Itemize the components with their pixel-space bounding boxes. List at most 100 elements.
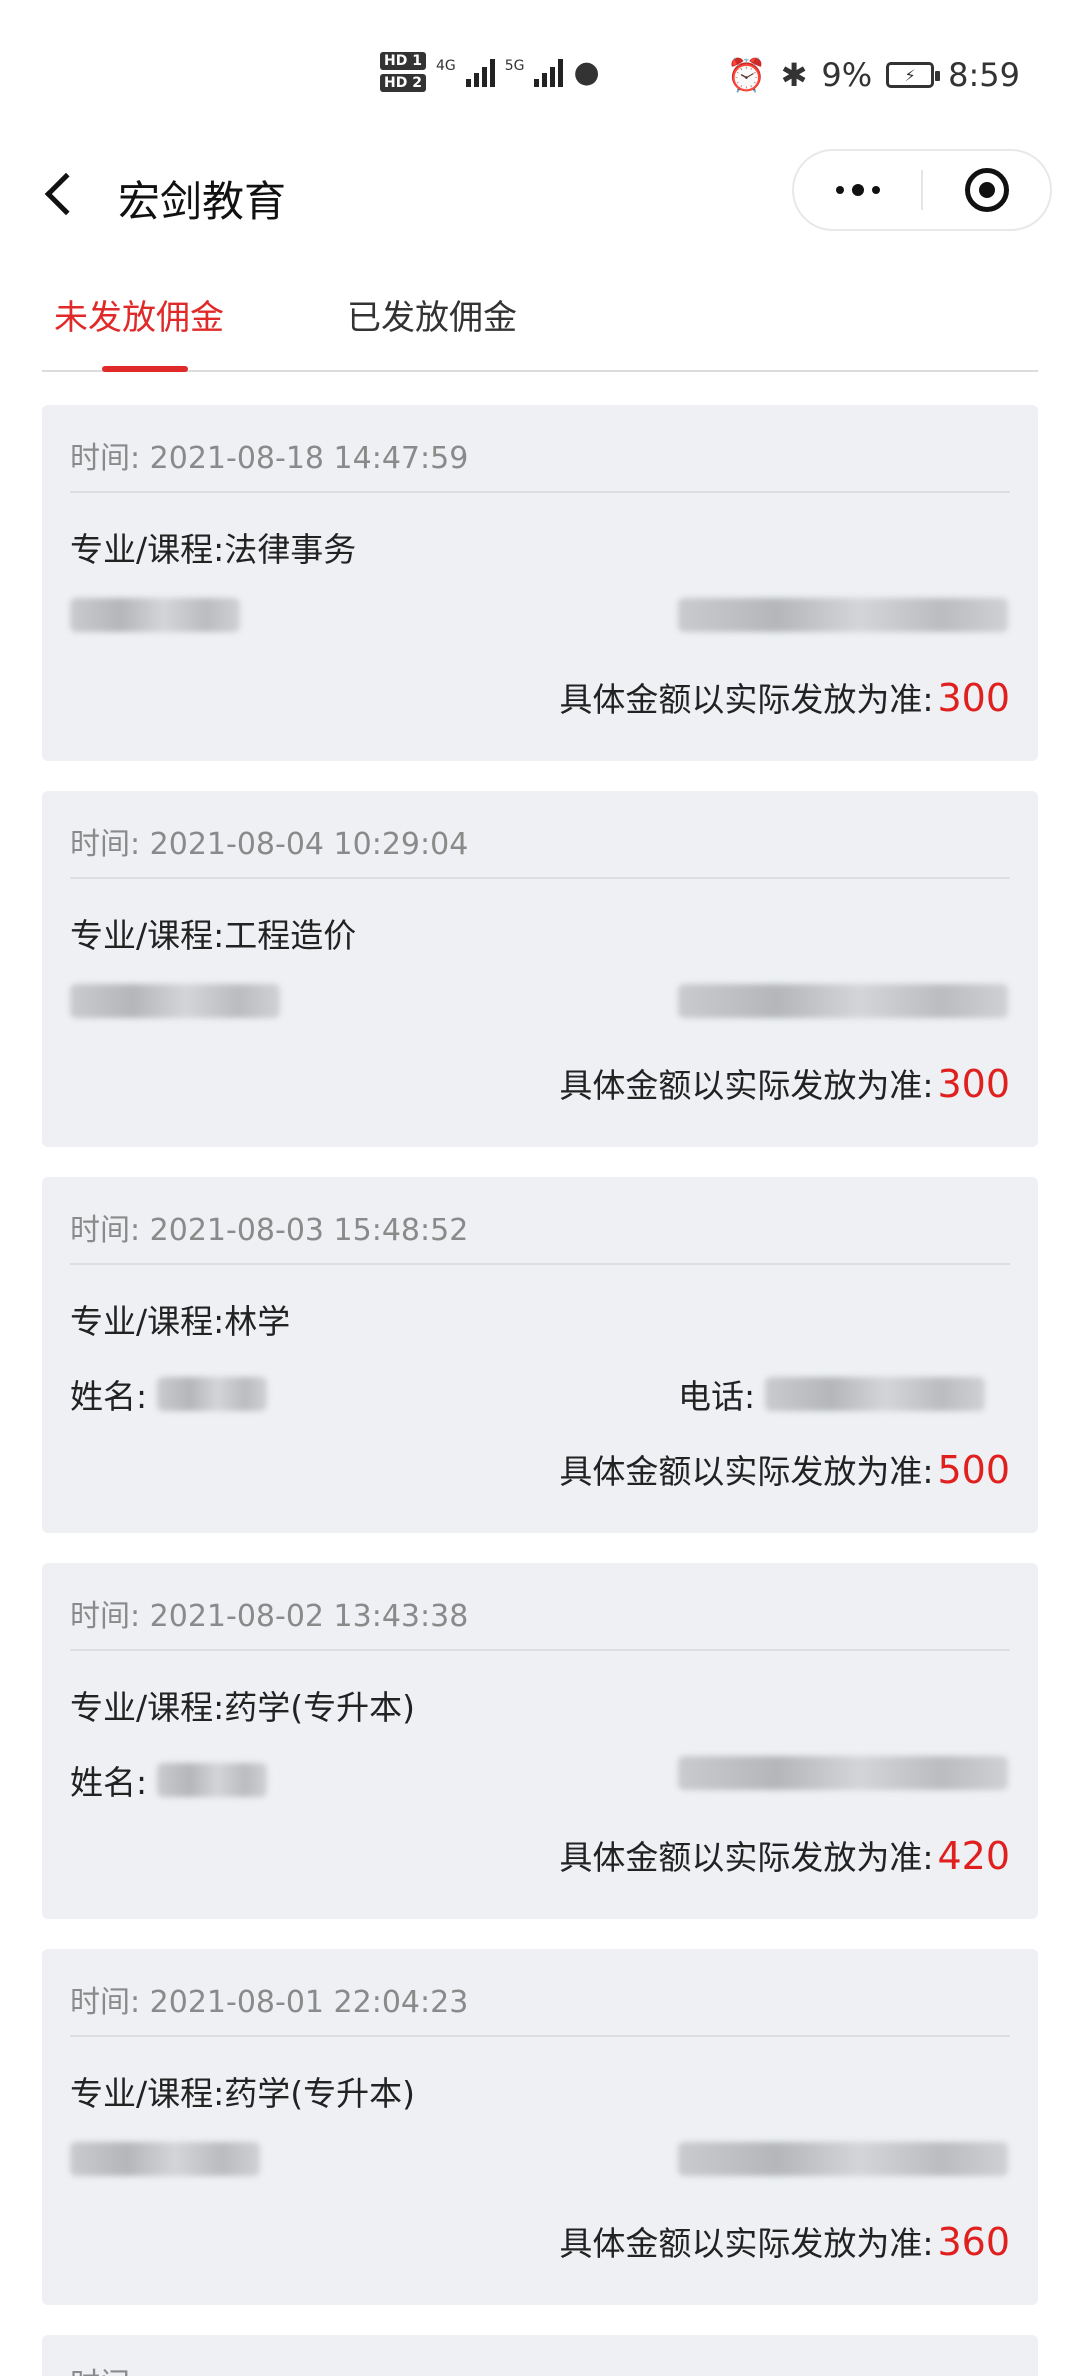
time-value: 2021-08-18 14:47:59 (149, 441, 469, 476)
record-time: 时间: 2021-08-03 15:48:52 (70, 1205, 468, 1249)
more-dot-icon (835, 186, 844, 194)
amount-label: 具体金额以实际发放为准: (559, 680, 934, 719)
record-phone (678, 598, 1008, 632)
card-divider (70, 491, 1010, 493)
record-course: 专业/课程:药学(专升本) (70, 2067, 415, 2115)
redacted-phone (678, 2142, 1008, 2176)
course-value: 药学(专升本) (224, 2074, 415, 2113)
commission-card[interactable]: 时间: 2021-08-01 22:04:23 专业/课程:药学(专升本) 具体… (42, 1949, 1038, 2305)
time-value: 2021-08-04 10:29:04 (149, 827, 469, 862)
amount-label: 具体金额以实际发放为准: (559, 1066, 934, 1105)
redacted-phone (678, 984, 1008, 1018)
tab-unpaid-commission[interactable]: 未发放佣金 (54, 290, 224, 339)
record-course: 专业/课程:林学 (70, 1295, 290, 1343)
close-miniprogram-button[interactable] (923, 151, 1050, 229)
record-amount: 具体金额以实际发放为准: 420 (559, 1831, 1010, 1879)
time-value: 2021-08-03 15:48:52 (149, 1213, 469, 1248)
record-time: 时间: 2021-08-02 13:43:38 (70, 1591, 468, 1635)
commission-card[interactable]: 时间: 2021-08-04 10:29:04 专业/课程:工程造价 具体金额以… (42, 791, 1038, 1147)
back-button[interactable] (36, 166, 88, 222)
record-name (70, 598, 240, 632)
record-amount: 具体金额以实际发放为准: 300 (559, 673, 1010, 721)
commission-card[interactable]: 时间: 2021-08-02 13:43:38 专业/课程:药学(专升本) 姓名… (42, 1563, 1038, 1919)
wechat-icon: ● (573, 54, 600, 90)
bluetooth-icon: ✱ (780, 56, 808, 94)
more-button[interactable] (794, 151, 921, 229)
commission-card-partial[interactable]: 时间: (42, 2335, 1038, 2376)
redacted-phone (678, 1756, 1008, 1790)
record-name: 姓名: (70, 1756, 268, 1804)
time-label: 时间: (70, 1985, 141, 2020)
name-label: 姓名: (70, 1763, 148, 1802)
record-name (70, 2142, 260, 2176)
redacted-phone (678, 598, 1008, 632)
course-label: 专业/课程: (70, 530, 225, 569)
course-value: 工程造价 (224, 916, 357, 955)
record-time: 时间: 2021-08-18 14:47:59 (70, 433, 468, 477)
record-time: 时间: 2021-08-01 22:04:23 (70, 1977, 468, 2021)
target-icon (964, 168, 1009, 212)
record-phone (678, 2142, 1008, 2176)
page-title: 宏剑教育 (118, 177, 287, 226)
hd1-badge: HD 1 (380, 52, 426, 70)
record-phone (678, 984, 1008, 1018)
status-right: ⏰ ✱ 9% ⚡ 8:59 (727, 56, 1020, 94)
course-label: 专业/课程: (70, 1688, 225, 1727)
hd2-badge: HD 2 (380, 74, 426, 92)
commission-card[interactable]: 时间: 2021-08-03 15:48:52 专业/课程:林学 姓名: 电话:… (42, 1177, 1038, 1533)
nav-bar: 宏剑教育 (0, 140, 1080, 250)
card-divider (70, 1263, 1010, 1265)
card-divider (70, 1649, 1010, 1651)
record-time: 时间: (70, 2359, 140, 2376)
commission-tabs: 未发放佣金 已发放佣金 (42, 260, 1038, 372)
commission-list: 时间: 2021-08-18 14:47:59 专业/课程:法律事务 具体金额以… (42, 405, 1038, 2376)
miniprogram-capsule (792, 149, 1052, 231)
tab-paid-commission[interactable]: 已发放佣金 (347, 290, 517, 339)
amount-value: 360 (937, 2220, 1010, 2264)
redacted-name (70, 984, 280, 1018)
amount-value: 300 (937, 676, 1010, 720)
status-bar: HD 1 HD 2 4G 5G ● ⏰ ✱ 9% ⚡ 8:59 (0, 0, 1080, 150)
record-amount: 具体金额以实际发放为准: 300 (559, 1059, 1010, 1107)
battery-icon: ⚡ (886, 62, 941, 88)
redacted-name (70, 598, 240, 632)
record-course: 专业/课程:药学(专升本) (70, 1681, 415, 1729)
battery-percent: 9% (821, 56, 873, 94)
time-value: 2021-08-02 13:43:38 (149, 1599, 469, 1634)
course-value: 药学(专升本) (224, 1688, 415, 1727)
record-name: 姓名: (70, 1370, 268, 1418)
back-arrow-icon (44, 172, 88, 216)
record-course: 专业/课程:工程造价 (70, 909, 356, 957)
course-value: 林学 (224, 1302, 291, 1341)
record-course: 专业/课程:法律事务 (70, 523, 356, 571)
time-value: 2021-08-01 22:04:23 (149, 1985, 469, 2020)
record-name (70, 984, 280, 1018)
course-label: 专业/课程: (70, 1302, 225, 1341)
network-type-2: 5G (504, 58, 525, 74)
course-value: 法律事务 (224, 530, 357, 569)
time-label: 时间: (70, 1599, 141, 1634)
record-phone (678, 1756, 1008, 1790)
active-tab-indicator (102, 366, 188, 372)
time-label: 时间: (70, 1213, 141, 1248)
hd-badges: HD 1 HD 2 (380, 52, 426, 92)
card-divider (70, 2035, 1010, 2037)
network-type-1: 4G (435, 58, 456, 74)
time-label: 时间: (70, 441, 141, 476)
clock: 8:59 (948, 56, 1020, 94)
name-label: 姓名: (70, 1377, 148, 1416)
record-amount: 具体金额以实际发放为准: 500 (559, 1445, 1010, 1493)
redacted-name (157, 1763, 268, 1797)
network-indicators: HD 1 HD 2 4G 5G ● (380, 52, 600, 92)
time-label: 时间: (70, 827, 141, 862)
record-amount: 具体金额以实际发放为准: 360 (559, 2217, 1010, 2265)
redacted-phone (765, 1377, 986, 1411)
more-dot-icon (851, 184, 864, 196)
record-phone: 电话: (678, 1370, 986, 1418)
amount-label: 具体金额以实际发放为准: (559, 1452, 934, 1491)
commission-card[interactable]: 时间: 2021-08-18 14:47:59 专业/课程:法律事务 具体金额以… (42, 405, 1038, 761)
alarm-icon: ⏰ (726, 56, 767, 94)
amount-label: 具体金额以实际发放为准: (559, 2224, 934, 2263)
amount-value: 420 (937, 1834, 1010, 1878)
amount-label: 具体金额以实际发放为准: (559, 1838, 934, 1877)
